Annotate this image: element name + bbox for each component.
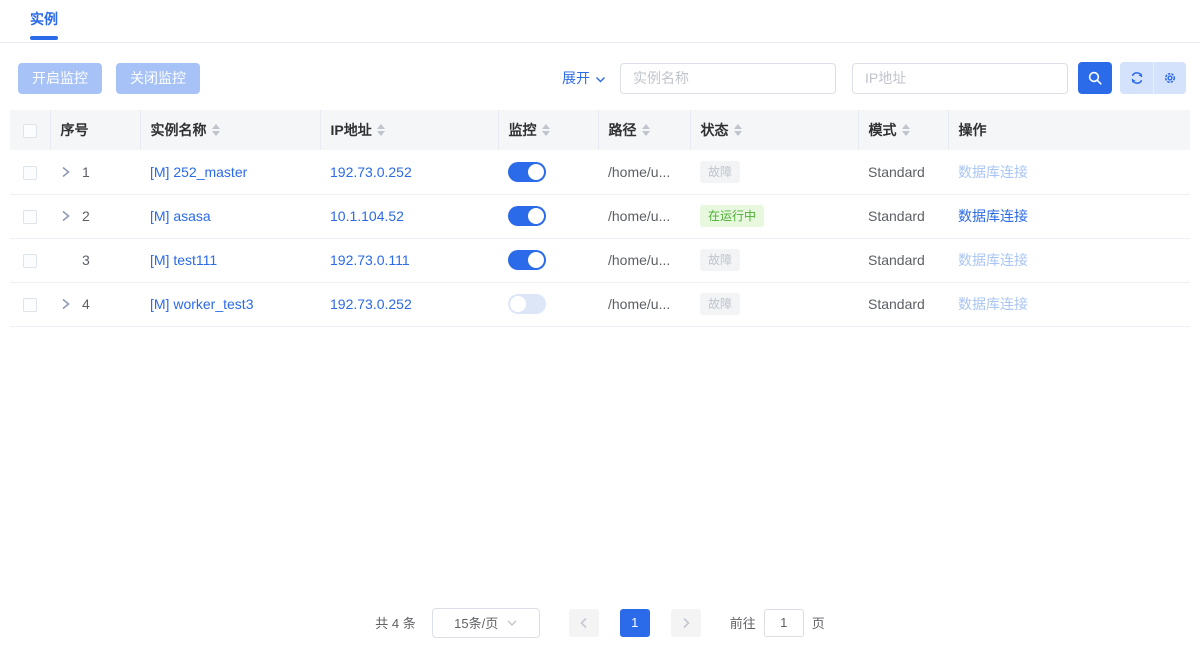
sort-icon[interactable]: [542, 124, 550, 136]
column-header-action: 操作: [948, 110, 1190, 150]
instance-name-link[interactable]: [M] 252_master: [150, 164, 247, 180]
row-index: 1: [82, 164, 90, 180]
tab-active-indicator: [30, 36, 58, 40]
instance-name-link[interactable]: [M] worker_test3: [150, 296, 253, 312]
row-index: 3: [82, 252, 90, 268]
path-text: /home/u...: [608, 208, 670, 224]
row-checkbox[interactable]: [23, 298, 37, 312]
expand-filters-link[interactable]: 展开: [562, 68, 606, 88]
column-header-name[interactable]: 实例名称: [140, 110, 320, 150]
ip-address-link[interactable]: 10.1.104.52: [330, 208, 404, 224]
gear-icon: [1162, 70, 1178, 86]
db-connect-link[interactable]: 数据库连接: [958, 208, 1028, 224]
column-header-mode[interactable]: 模式: [858, 110, 948, 150]
column-header-status[interactable]: 状态: [690, 110, 858, 150]
search-icon: [1087, 70, 1103, 86]
mode-text: Standard: [868, 252, 925, 268]
settings-button[interactable]: [1153, 62, 1186, 94]
ip-address-link[interactable]: 192.73.0.252: [330, 164, 412, 180]
close-monitor-button[interactable]: 关闭监控: [116, 63, 200, 94]
chevron-down-icon: [595, 74, 606, 85]
db-connect-link[interactable]: 数据库连接: [958, 296, 1028, 312]
ip-address-link[interactable]: 192.73.0.111: [330, 252, 410, 268]
row-index: 4: [82, 296, 90, 312]
instance-table: 序号 实例名称 IP地址 监控 路径 状态 模式 操作 1 [M] 252_ma…: [10, 110, 1190, 327]
search-button[interactable]: [1078, 62, 1112, 94]
table-row: 3 [M] test111 192.73.0.111 /home/u... 故障…: [10, 238, 1190, 282]
instance-table-wrap: 序号 实例名称 IP地址 监控 路径 状态 模式 操作 1 [M] 252_ma…: [0, 110, 1200, 327]
ip-address-input[interactable]: [852, 63, 1068, 94]
mode-text: Standard: [868, 296, 925, 312]
expand-row-icon[interactable]: [60, 298, 78, 310]
goto-page-group: 前往 页: [730, 609, 825, 637]
next-page-button[interactable]: [671, 609, 701, 637]
path-text: /home/u...: [608, 252, 670, 268]
mode-text: Standard: [868, 164, 925, 180]
chevron-left-icon: [579, 617, 589, 629]
sort-icon[interactable]: [377, 124, 385, 136]
monitor-toggle[interactable]: [508, 294, 546, 314]
expand-row-icon[interactable]: [60, 166, 78, 178]
status-badge: 故障: [700, 161, 740, 183]
db-connect-link[interactable]: 数据库连接: [958, 252, 1028, 268]
goto-label: 前往: [730, 613, 756, 632]
status-badge: 故障: [700, 293, 740, 315]
table-row: 1 [M] 252_master 192.73.0.252 /home/u...…: [10, 150, 1190, 194]
sort-icon[interactable]: [902, 124, 910, 136]
sort-icon[interactable]: [734, 124, 742, 136]
tab-bar: 实例: [0, 0, 1200, 43]
page-size-select[interactable]: 15条/页: [432, 608, 540, 638]
toolbar-filters: 展开: [562, 62, 1186, 94]
tab-instance-label: 实例: [30, 11, 58, 27]
open-monitor-button[interactable]: 开启监控: [18, 63, 102, 94]
monitor-toggle[interactable]: [508, 250, 546, 270]
column-header-path[interactable]: 路径: [598, 110, 690, 150]
select-all-checkbox[interactable]: [23, 124, 37, 138]
column-header-ip[interactable]: IP地址: [320, 110, 498, 150]
tab-instance[interactable]: 实例: [30, 0, 58, 43]
chevron-right-icon: [681, 617, 691, 629]
table-tool-group: [1120, 62, 1186, 94]
column-header-monitor[interactable]: 监控: [498, 110, 598, 150]
monitor-toggle[interactable]: [508, 162, 546, 182]
sort-icon[interactable]: [642, 124, 650, 136]
prev-page-button[interactable]: [569, 609, 599, 637]
expand-row-icon[interactable]: [60, 210, 78, 222]
refresh-button[interactable]: [1120, 62, 1153, 94]
table-row: 2 [M] asasa 10.1.104.52 /home/u... 在运行中 …: [10, 194, 1190, 238]
status-badge: 在运行中: [700, 205, 764, 227]
pagination-bar: 共 4 条 15条/页 1 前往 页: [0, 608, 1200, 638]
monitor-toggle[interactable]: [508, 206, 546, 226]
status-badge: 故障: [700, 249, 740, 271]
expand-filters-label: 展开: [562, 68, 590, 88]
instance-name-link[interactable]: [M] test111: [150, 252, 217, 268]
row-checkbox[interactable]: [23, 166, 37, 180]
mode-text: Standard: [868, 208, 925, 224]
total-count-label: 共 4 条: [375, 613, 415, 632]
path-text: /home/u...: [608, 296, 670, 312]
instance-name-input[interactable]: [620, 63, 836, 94]
path-text: /home/u...: [608, 164, 670, 180]
row-index: 2: [82, 208, 90, 224]
goto-page-input[interactable]: [764, 609, 804, 637]
row-checkbox[interactable]: [23, 210, 37, 224]
column-header-index: 序号: [50, 110, 140, 150]
ip-address-link[interactable]: 192.73.0.252: [330, 296, 412, 312]
toolbar: 开启监控 关闭监控 展开: [0, 43, 1200, 110]
page-unit-label: 页: [812, 613, 825, 632]
db-connect-link[interactable]: 数据库连接: [958, 164, 1028, 180]
table-row: 4 [M] worker_test3 192.73.0.252 /home/u.…: [10, 282, 1190, 326]
chevron-down-icon: [507, 618, 517, 628]
instance-name-link[interactable]: [M] asasa: [150, 208, 211, 224]
row-checkbox[interactable]: [23, 254, 37, 268]
page-number-button[interactable]: 1: [620, 609, 650, 637]
sort-icon[interactable]: [212, 124, 220, 136]
page-size-value: 15条/页: [454, 613, 498, 632]
table-header-row: 序号 实例名称 IP地址 监控 路径 状态 模式 操作: [10, 110, 1190, 150]
refresh-icon: [1129, 70, 1145, 86]
